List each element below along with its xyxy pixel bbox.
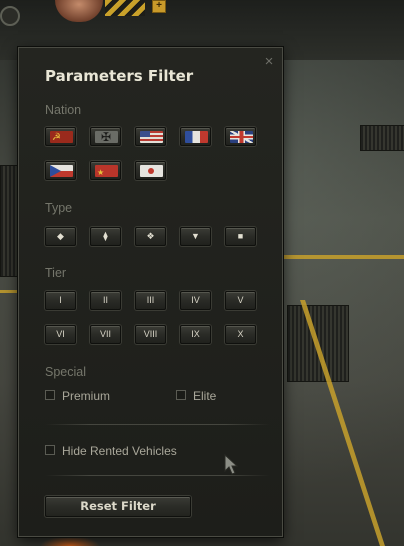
floor-line [0, 290, 18, 293]
tier-V-button[interactable]: V [225, 291, 256, 310]
premium-label: Premium [62, 389, 111, 403]
tier-label: Tier [45, 266, 67, 280]
hide-rented-checkbox[interactable]: Hide Rented Vehicles [45, 444, 195, 458]
flag-japan-icon [140, 165, 163, 177]
plus-icon[interactable]: + [152, 0, 166, 13]
tier-VI-button[interactable]: VI [45, 325, 76, 344]
close-icon[interactable]: × [262, 54, 276, 69]
flag-germany-icon [95, 131, 118, 143]
elite-checkbox[interactable]: Elite [176, 389, 236, 403]
type-medium-tank-button[interactable]: ⧫ [90, 227, 121, 246]
type-spg-button[interactable]: ■ [225, 227, 256, 246]
nation-ussr-button[interactable] [45, 127, 76, 146]
hazard-stripes [105, 0, 145, 16]
nation-france-button[interactable] [180, 127, 211, 146]
nation-uk-button[interactable] [225, 127, 256, 146]
flag-china-icon [95, 165, 118, 177]
tier-II-button[interactable]: II [90, 291, 121, 310]
floor-grate [360, 125, 404, 151]
tier-VII-button[interactable]: VII [90, 325, 121, 344]
floor-line [283, 255, 404, 259]
nation-germany-button[interactable] [90, 127, 121, 146]
nation-czech-button[interactable] [45, 161, 76, 180]
type-label: Type [45, 201, 73, 215]
tier-IX-button[interactable]: IX [180, 325, 211, 344]
divider [45, 424, 270, 425]
tank-destroyer-icon: ▼ [191, 231, 200, 241]
nation-label: Nation [45, 103, 82, 117]
type-heavy-tank-button[interactable]: ❖ [135, 227, 166, 246]
flag-usa-icon [140, 131, 163, 143]
mouse-cursor-icon [224, 454, 239, 475]
premium-checkbox[interactable]: Premium [45, 389, 125, 403]
spg-icon: ■ [237, 231, 244, 241]
light-tank-icon: ◆ [57, 231, 64, 241]
hide-rented-checkbox-box[interactable] [45, 445, 55, 455]
reset-filter-button[interactable]: Reset Filter [45, 496, 191, 517]
flag-czech-icon [50, 165, 73, 177]
tier-I-button[interactable]: I [45, 291, 76, 310]
lamp-icon [0, 6, 20, 26]
hide-rented-label: Hide Rented Vehicles [62, 444, 177, 458]
medium-tank-icon: ⧫ [103, 231, 108, 241]
dialog-title: Parameters Filter [45, 67, 194, 85]
flag-ussr-icon [50, 131, 73, 143]
parameters-filter-dialog: × Parameters Filter Nation Type Tier Spe… [18, 47, 283, 537]
nation-china-button[interactable] [90, 161, 121, 180]
elite-label: Elite [193, 389, 217, 403]
elite-checkbox-box[interactable] [176, 390, 186, 400]
flag-uk-icon [230, 131, 253, 143]
special-label: Special [45, 365, 86, 379]
tier-X-button[interactable]: X [225, 325, 256, 344]
tier-IV-button[interactable]: IV [180, 291, 211, 310]
type-light-tank-button[interactable]: ◆ [45, 227, 76, 246]
nation-japan-button[interactable] [135, 161, 166, 180]
nation-usa-button[interactable] [135, 127, 166, 146]
type-tank-destroyer-button[interactable]: ▼ [180, 227, 211, 246]
tier-III-button[interactable]: III [135, 291, 166, 310]
orange-glow [40, 536, 100, 546]
flag-france-icon [185, 131, 208, 143]
heavy-tank-icon: ❖ [146, 231, 155, 241]
tier-VIII-button[interactable]: VIII [135, 325, 166, 344]
premium-checkbox-box[interactable] [45, 390, 55, 400]
floor-grate [0, 165, 20, 277]
